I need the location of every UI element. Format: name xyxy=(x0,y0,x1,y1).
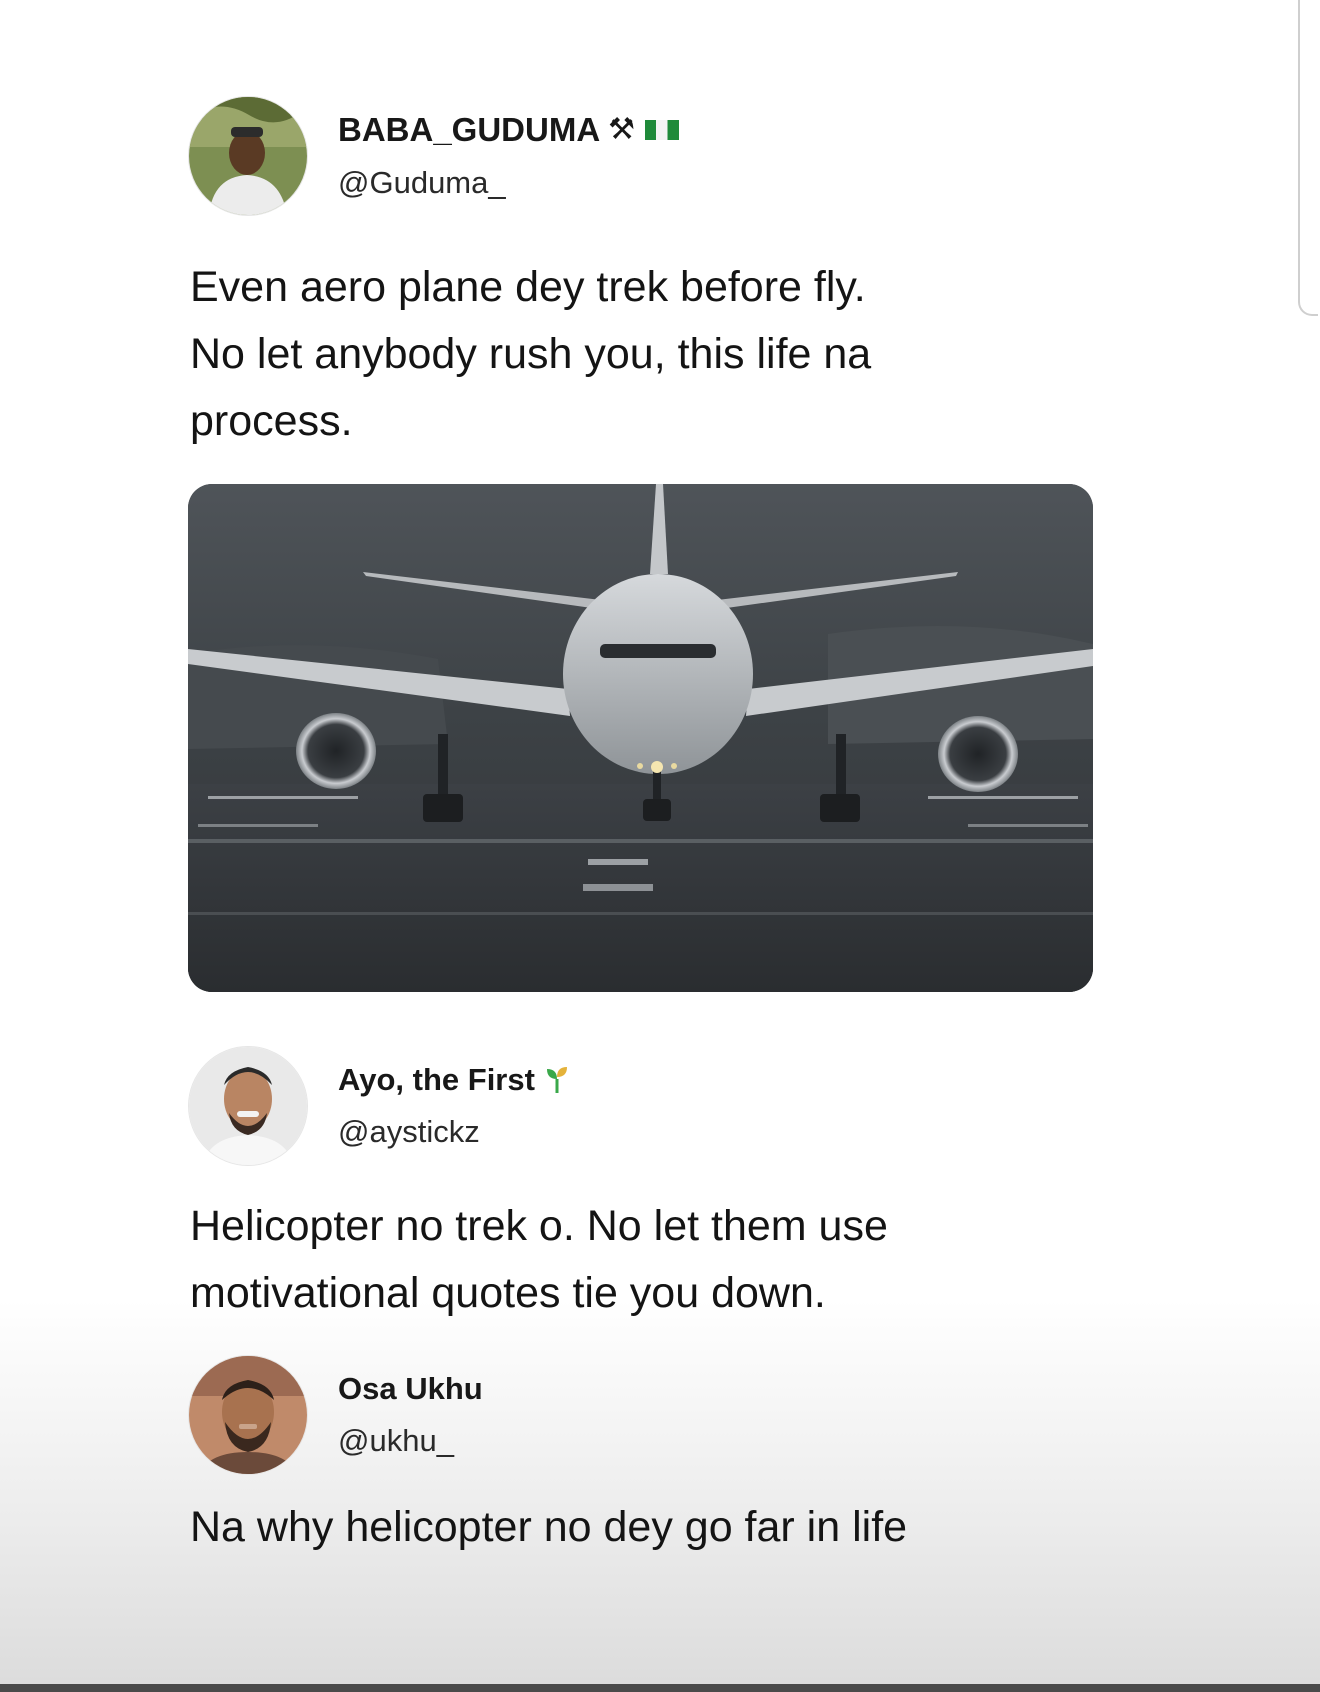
author-handle[interactable]: @Guduma_ xyxy=(338,165,679,201)
nigeria-flag-icon xyxy=(645,120,680,140)
author-name[interactable]: Ayo, the First xyxy=(338,1062,571,1098)
hammer-pick-icon: ⚒ xyxy=(608,113,636,146)
sprout-icon xyxy=(546,1067,567,1093)
text-line: Even aero plane dey trek before fly. xyxy=(190,263,866,311)
airplane-photo[interactable] xyxy=(188,484,1093,992)
author-handle[interactable]: @aystickz xyxy=(338,1114,571,1150)
author-name[interactable]: Osa Ukhu xyxy=(338,1371,483,1407)
scrollbar-edge[interactable] xyxy=(1298,0,1318,316)
tweet-3-text: Na why helicopter no dey go far in life xyxy=(190,1494,1250,1561)
tweet-3-names: Osa Ukhu @ukhu_ xyxy=(338,1371,483,1459)
tweet-1-header: BABA_GUDUMA ⚒ @Guduma_ xyxy=(188,96,680,216)
tweet-3-header: Osa Ukhu @ukhu_ xyxy=(188,1355,483,1475)
tweet-2-header: Ayo, the First @aystickz xyxy=(188,1046,571,1166)
avatar[interactable] xyxy=(188,1355,308,1475)
text-line: motivational quotes tie you down. xyxy=(190,1269,826,1317)
tweet-1-text: Even aero plane dey trek before fly. No … xyxy=(190,254,1250,455)
tweet-2-text: Helicopter no trek o. No let them use mo… xyxy=(190,1193,1250,1327)
text-line: No let anybody rush you, this life na xyxy=(190,330,872,378)
bottom-bar xyxy=(0,1684,1320,1692)
avatar[interactable] xyxy=(188,1046,308,1166)
text-line: process. xyxy=(190,397,353,445)
text-line: Na why helicopter no dey go far in life xyxy=(190,1503,908,1551)
text-line: Helicopter no trek o. No let them use xyxy=(190,1202,888,1250)
author-handle[interactable]: @ukhu_ xyxy=(338,1423,483,1459)
avatar[interactable] xyxy=(188,96,308,216)
tweet-1-names: BABA_GUDUMA ⚒ @Guduma_ xyxy=(338,111,680,201)
author-name[interactable]: BABA_GUDUMA ⚒ xyxy=(338,111,680,149)
tweet-2-names: Ayo, the First @aystickz xyxy=(338,1062,571,1150)
